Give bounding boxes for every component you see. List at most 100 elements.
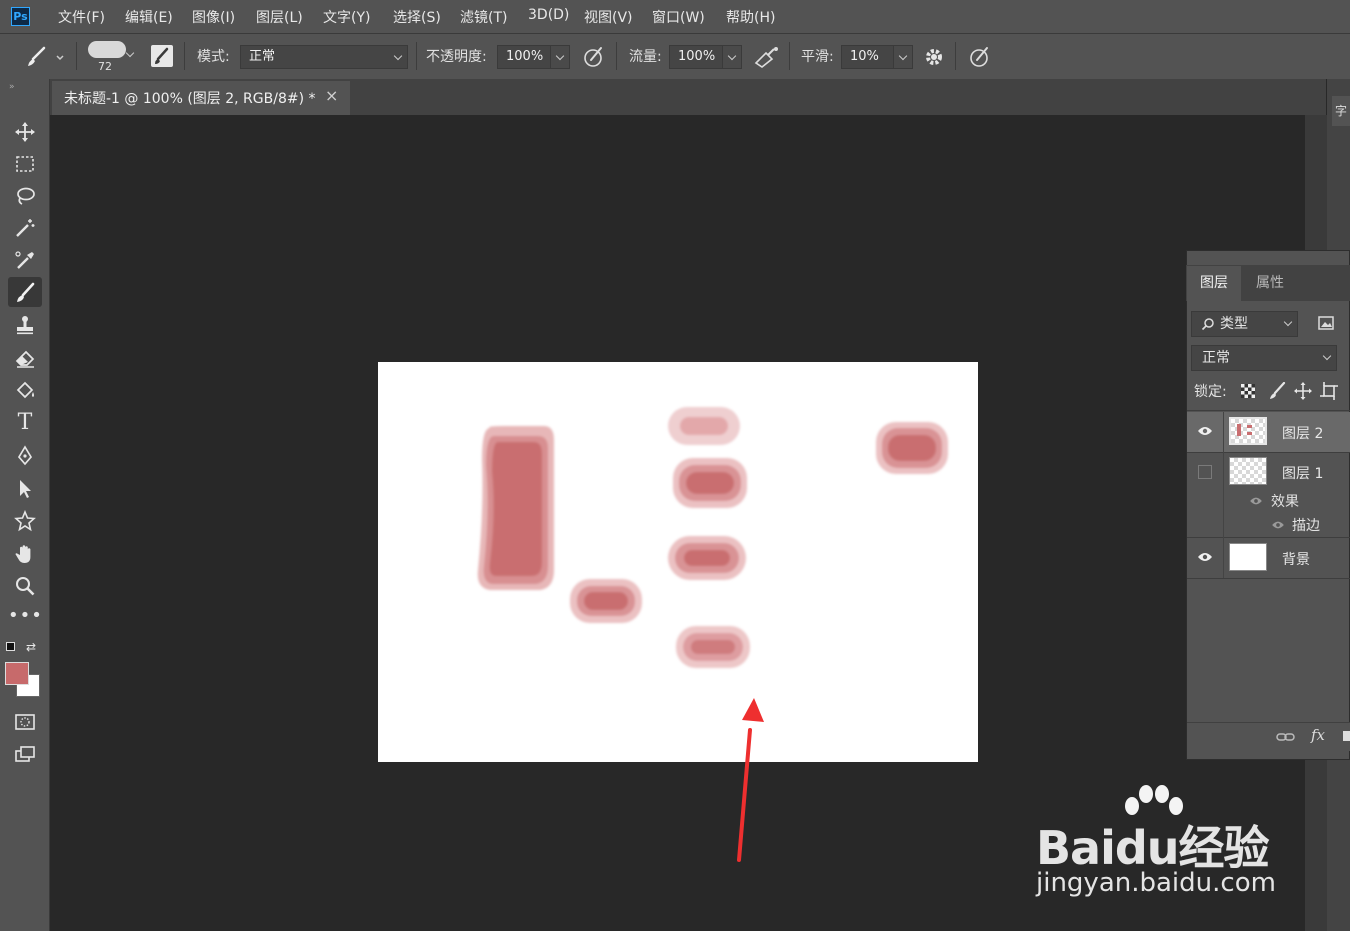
tab-layers[interactable]: 图层 (1187, 266, 1241, 301)
menu-type[interactable]: 文字(Y) (323, 7, 370, 27)
layer-row-background[interactable]: 背景 (1187, 538, 1350, 578)
smoothing-input[interactable]: 10% (841, 45, 895, 69)
flow-input[interactable]: 100% (669, 45, 723, 69)
stroke-effect-label: 描边 (1292, 518, 1320, 534)
eye-visibility-icon[interactable] (1271, 520, 1285, 530)
custom-shape-tool-icon[interactable] (8, 505, 42, 535)
gear-icon[interactable] (922, 45, 946, 73)
opacity-dropdown[interactable] (550, 45, 570, 69)
layer-filter-select[interactable]: 类型 (1191, 311, 1298, 337)
brush-settings-panel-icon[interactable] (151, 45, 173, 67)
panel-collapse-icon[interactable]: » (9, 82, 15, 92)
lock-artboard-icon[interactable] (1320, 382, 1338, 404)
lasso-tool-icon[interactable] (8, 180, 42, 210)
tab-properties[interactable]: 属性 (1244, 266, 1296, 301)
stamp-tool-icon[interactable] (8, 309, 42, 339)
menu-layer[interactable]: 图层(L) (256, 7, 303, 27)
hand-tool-icon[interactable] (8, 538, 42, 568)
paw-logo-icon (1125, 785, 1183, 815)
canvas[interactable] (378, 362, 978, 762)
screen-mode-icon[interactable] (8, 738, 42, 768)
canvas-strokes (477, 407, 948, 668)
menu-view[interactable]: 视图(V) (584, 7, 633, 27)
opacity-input[interactable]: 100% (497, 45, 551, 69)
mode-label: 模式: (197, 49, 230, 65)
image-filter-icon[interactable] (1316, 313, 1336, 337)
fx-icon[interactable]: fx (1311, 726, 1325, 744)
mode-select[interactable]: 正常 (240, 45, 408, 69)
blend-mode-value: 正常 (1202, 350, 1230, 366)
lock-label: 锁定: (1194, 384, 1227, 400)
smoothing-label: 平滑: (801, 49, 834, 65)
chevron-down-icon (1283, 317, 1293, 327)
chevron-down-icon (393, 51, 403, 61)
foreground-color-swatch[interactable] (5, 662, 29, 685)
magic-wand-tool-icon[interactable] (8, 212, 42, 242)
brush-size-value: 72 (98, 60, 112, 73)
watermark-url: jingyan.baidu.com (1036, 868, 1276, 898)
layer-row-layer1[interactable]: 图层 1 (1187, 452, 1350, 492)
brush-tool-icon[interactable] (8, 277, 42, 307)
pressure-opacity-icon[interactable] (582, 45, 606, 73)
layer-name: 图层 2 (1282, 426, 1324, 442)
layer-name: 图层 1 (1282, 466, 1324, 482)
link-layers-icon[interactable] (1276, 729, 1296, 748)
character-panel-button[interactable]: 字 (1332, 96, 1350, 126)
brush-tool-preset-icon[interactable] (24, 45, 64, 73)
lock-position-icon[interactable] (1294, 382, 1312, 404)
menu-image[interactable]: 图像(I) (192, 7, 235, 27)
paint-bucket-tool-icon[interactable] (8, 375, 42, 405)
menu-window[interactable]: 窗口(W) (652, 7, 705, 27)
pen-tool-icon[interactable] (8, 440, 42, 470)
menu-file[interactable]: 文件(F) (58, 7, 105, 27)
type-tool-icon[interactable]: T (8, 408, 42, 438)
separator (184, 42, 185, 70)
add-mask-icon[interactable] (1343, 731, 1350, 741)
separator (616, 42, 617, 70)
brush-tip-preview-icon[interactable] (88, 41, 126, 58)
divider (1187, 410, 1350, 411)
menu-edit[interactable]: 编辑(E) (125, 7, 173, 27)
move-tool-icon[interactable] (8, 116, 42, 146)
eye-visibility-icon[interactable] (1197, 425, 1213, 437)
menu-select[interactable]: 选择(S) (393, 7, 441, 27)
default-colors-icon[interactable] (6, 642, 16, 652)
eyedropper-tool-icon[interactable] (8, 244, 42, 274)
lock-image-pixels-icon[interactable] (1268, 381, 1286, 404)
layer-row-layer2[interactable]: 图层 2 (1187, 412, 1350, 452)
divider (1187, 578, 1350, 579)
flow-label: 流量: (629, 49, 662, 65)
effects-label: 效果 (1271, 494, 1299, 510)
flow-dropdown[interactable] (722, 45, 742, 69)
visibility-toggle-off[interactable] (1198, 465, 1212, 479)
airbrush-icon[interactable] (752, 45, 780, 73)
eye-visibility-icon[interactable] (1197, 551, 1213, 563)
more-tools-icon[interactable]: ••• (8, 603, 42, 633)
close-icon[interactable]: × (325, 86, 338, 105)
mode-value: 正常 (249, 49, 276, 64)
lock-transparent-pixels-icon[interactable] (1241, 384, 1256, 399)
separator (955, 42, 956, 70)
document-title: 未标题-1 @ 100% (图层 2, RGB/8#) * (64, 91, 316, 107)
separator (76, 42, 77, 70)
layer-thumbnail (1229, 457, 1267, 485)
eye-visibility-icon[interactable] (1249, 496, 1263, 506)
pressure-size-icon[interactable] (968, 45, 992, 73)
marquee-tool-icon[interactable] (8, 148, 42, 178)
blend-mode-select[interactable]: 正常 (1191, 345, 1337, 371)
path-selection-tool-icon[interactable] (8, 473, 42, 503)
search-icon (1201, 318, 1214, 331)
layer-name: 背景 (1282, 552, 1310, 568)
photoshop-logo-icon: Ps (11, 7, 30, 26)
quick-mask-icon[interactable] (8, 706, 42, 736)
chevron-down-icon (555, 51, 565, 61)
smoothing-dropdown[interactable] (893, 45, 913, 69)
chevron-down-icon (727, 51, 737, 61)
swap-colors-icon[interactable]: ⇄ (26, 640, 36, 654)
menu-filter[interactable]: 滤镜(T) (460, 7, 507, 27)
eraser-tool-icon[interactable] (8, 342, 42, 372)
menu-help[interactable]: 帮助(H) (726, 7, 775, 27)
layer-effects-group: 效果 描边 (1225, 491, 1350, 537)
zoom-tool-icon[interactable] (8, 570, 42, 600)
menu-3d[interactable]: 3D(D) (528, 7, 569, 23)
